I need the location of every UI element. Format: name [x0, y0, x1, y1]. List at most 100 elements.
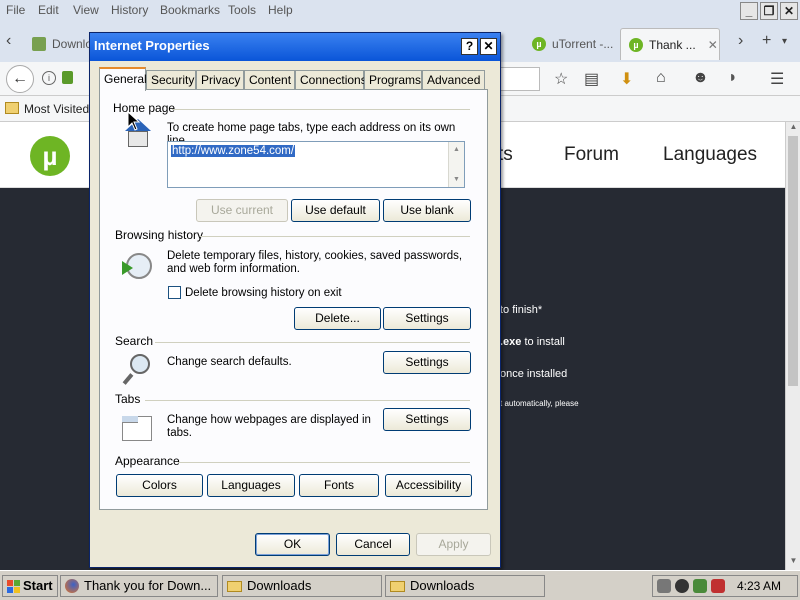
- utorrent-favicon-icon: µ: [532, 37, 546, 51]
- windows-taskbar: Start Thank you for Down... Downloads Do…: [0, 570, 800, 600]
- tab-privacy[interactable]: Privacy: [196, 70, 244, 90]
- use-blank-button[interactable]: Use blank: [383, 199, 471, 222]
- menu-bookmarks[interactable]: Bookmarks: [160, 3, 220, 17]
- history-settings-button[interactable]: Settings: [383, 307, 471, 330]
- tab-connections[interactable]: Connections: [295, 70, 367, 90]
- page-nav-languages[interactable]: Languages: [663, 144, 757, 166]
- tab-programs[interactable]: Programs: [364, 70, 422, 90]
- minimize-button[interactable]: _: [740, 2, 758, 20]
- dialog-title-bar[interactable]: Internet Properties ? ✕: [90, 33, 500, 61]
- browser-tab-thank-you[interactable]: µ Thank ... ✕: [620, 28, 720, 60]
- bookmark-star-icon[interactable]: ☆: [554, 69, 568, 89]
- tabs-group-label: Tabs: [115, 392, 141, 406]
- taskbar-item-downloads-2[interactable]: Downloads: [385, 575, 545, 597]
- reading-list-icon[interactable]: ▤: [584, 69, 599, 89]
- url-bar[interactable]: [498, 67, 540, 91]
- scroll-down-icon[interactable]: ▼: [786, 556, 800, 570]
- taskbar-clock[interactable]: 4:23 AM: [737, 579, 781, 593]
- firefox-menubar: File Edit View History Bookmarks Tools H…: [0, 0, 800, 22]
- fonts-button[interactable]: Fonts: [299, 474, 379, 497]
- menu-help[interactable]: Help: [268, 3, 293, 17]
- delete-history-button[interactable]: Delete...: [294, 307, 381, 330]
- taskbar-item-label: Thank you for Down...: [84, 578, 212, 593]
- scroll-down-icon[interactable]: ▼: [449, 172, 464, 187]
- utorrent-logo[interactable]: µ: [30, 136, 70, 176]
- menu-view[interactable]: View: [73, 3, 99, 17]
- home-page-url-textarea[interactable]: http://www.zone54.com/ ▲ ▼: [167, 141, 465, 188]
- site-info-icon[interactable]: i: [42, 71, 56, 85]
- tab-list-icon[interactable]: ▾: [782, 36, 787, 47]
- browser-tab-label: Downlo: [52, 37, 93, 51]
- pocket-icon[interactable]: ◗: [728, 69, 738, 87]
- languages-button[interactable]: Languages: [207, 474, 295, 497]
- tab-advanced[interactable]: Advanced: [422, 70, 485, 90]
- menu-edit[interactable]: Edit: [38, 3, 59, 17]
- start-button[interactable]: Start: [2, 575, 58, 597]
- delete-history-on-exit-label[interactable]: Delete browsing history on exit: [185, 287, 342, 300]
- tabs-settings-button[interactable]: Settings: [383, 408, 471, 431]
- lock-icon: [62, 71, 73, 84]
- page-nav-forum[interactable]: Forum: [564, 144, 619, 166]
- tab-content[interactable]: Content: [244, 70, 295, 90]
- tabs-description-line2: tabs.: [167, 427, 192, 439]
- page-instruction-text: once installed: [500, 368, 568, 380]
- apply-button[interactable]: Apply: [416, 533, 491, 556]
- most-visited-bookmark[interactable]: Most Visited: [24, 102, 89, 116]
- home-icon[interactable]: ⌂: [656, 69, 666, 87]
- menu-history[interactable]: History: [111, 3, 148, 17]
- scrollbar-thumb[interactable]: [788, 136, 798, 386]
- browser-tab-label: uTorrent -...: [552, 37, 614, 51]
- colors-button[interactable]: Colors: [116, 474, 203, 497]
- search-settings-button[interactable]: Settings: [383, 351, 471, 374]
- group-divider: [178, 462, 470, 463]
- ok-button[interactable]: OK: [255, 533, 330, 556]
- network-tray-icon[interactable]: [693, 579, 707, 593]
- delete-history-on-exit-checkbox[interactable]: [168, 286, 181, 299]
- group-divider: [145, 400, 470, 401]
- menu-tools[interactable]: Tools: [228, 3, 256, 17]
- browser-tab-utorrent[interactable]: µ uTorrent -...: [524, 28, 616, 60]
- use-current-button[interactable]: Use current: [196, 199, 288, 222]
- home-page-url-value: http://www.zone54.com/: [171, 145, 296, 157]
- tray-app-icon[interactable]: [675, 579, 689, 593]
- taskbar-item-firefox[interactable]: Thank you for Down...: [60, 575, 218, 597]
- mouse-cursor-icon: [127, 111, 141, 131]
- tab-security[interactable]: Security: [146, 70, 196, 90]
- restore-button[interactable]: ❐: [760, 2, 778, 20]
- utorrent-favicon-icon: µ: [629, 37, 643, 52]
- page-instruction-text: .exe to install: [500, 336, 565, 348]
- accessibility-button[interactable]: Accessibility: [385, 474, 472, 497]
- tabbed-window-icon: [122, 414, 154, 442]
- security-shield-tray-icon[interactable]: [711, 579, 725, 593]
- internet-properties-dialog: Internet Properties ? ✕ General Security…: [89, 32, 501, 568]
- tabs-description-line1: Change how webpages are displayed in: [167, 414, 371, 426]
- group-divider: [155, 342, 470, 343]
- smiley-icon[interactable]: ☻: [692, 69, 709, 87]
- hamburger-menu-icon[interactable]: ☰: [770, 69, 784, 89]
- browser-tab-downloads[interactable]: Downlo: [24, 28, 94, 60]
- cancel-button[interactable]: Cancel: [336, 533, 410, 556]
- downloads-icon[interactable]: ⬇: [620, 69, 633, 89]
- tabs-scroll-right-icon[interactable]: ›: [738, 32, 743, 50]
- dialog-title: Internet Properties: [94, 38, 210, 53]
- page-scrollbar[interactable]: ▲ ▼: [785, 122, 800, 570]
- taskbar-item-downloads-1[interactable]: Downloads: [222, 575, 382, 597]
- help-button[interactable]: ?: [461, 38, 478, 55]
- windows-logo-icon: [7, 579, 20, 593]
- close-window-button[interactable]: ✕: [780, 2, 798, 20]
- close-tab-icon[interactable]: ✕: [708, 38, 718, 52]
- new-tab-icon[interactable]: +: [762, 32, 771, 50]
- scroll-up-icon[interactable]: ▲: [786, 122, 800, 136]
- search-group-label: Search: [115, 334, 154, 348]
- tabs-scroll-left-icon[interactable]: ‹: [6, 32, 11, 50]
- folder-icon: [5, 102, 19, 114]
- use-default-button[interactable]: Use default: [291, 199, 380, 222]
- tab-general[interactable]: General: [99, 67, 147, 91]
- close-dialog-button[interactable]: ✕: [480, 38, 497, 55]
- scroll-up-icon[interactable]: ▲: [449, 142, 464, 157]
- back-arrow-icon[interactable]: ←: [6, 65, 34, 93]
- textarea-scrollbar[interactable]: ▲ ▼: [448, 142, 464, 187]
- keyboard-tray-icon[interactable]: [657, 579, 671, 593]
- search-magnifier-icon: [122, 354, 154, 386]
- menu-file[interactable]: File: [6, 3, 25, 17]
